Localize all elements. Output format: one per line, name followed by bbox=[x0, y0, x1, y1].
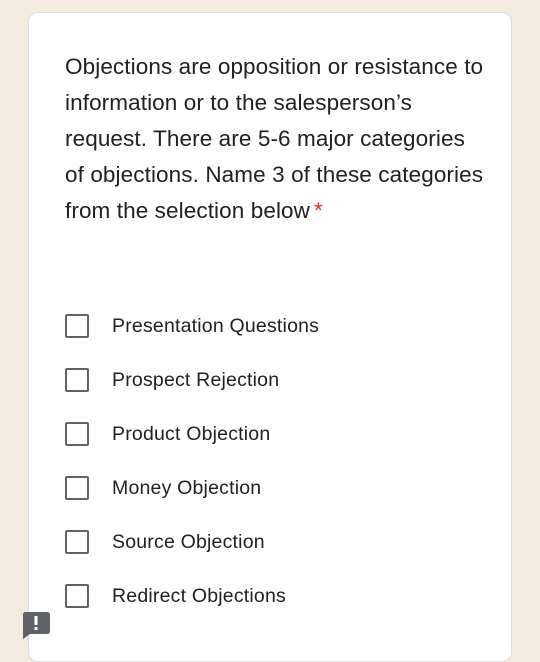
option-source-objection[interactable]: Source Objection bbox=[65, 515, 319, 569]
checkbox[interactable] bbox=[65, 584, 89, 608]
checkbox[interactable] bbox=[65, 368, 89, 392]
required-asterisk: * bbox=[314, 198, 323, 223]
checkbox-options-list: Presentation Questions Prospect Rejectio… bbox=[65, 299, 319, 623]
option-label: Redirect Objections bbox=[112, 584, 286, 607]
option-product-objection[interactable]: Product Objection bbox=[65, 407, 319, 461]
option-label: Prospect Rejection bbox=[112, 368, 280, 391]
question-text: Objections are opposition or resistance … bbox=[65, 54, 484, 223]
checkbox[interactable] bbox=[65, 422, 89, 446]
exclamation-feedback-icon bbox=[23, 612, 50, 639]
option-money-objection[interactable]: Money Objection bbox=[65, 461, 319, 515]
option-label: Source Objection bbox=[112, 530, 265, 553]
option-presentation-questions[interactable]: Presentation Questions bbox=[65, 299, 319, 353]
question-text-block: Objections are opposition or resistance … bbox=[65, 49, 485, 229]
option-redirect-objections[interactable]: Redirect Objections bbox=[65, 569, 319, 623]
checkbox[interactable] bbox=[65, 476, 89, 500]
checkbox[interactable] bbox=[65, 530, 89, 554]
question-card: Objections are opposition or resistance … bbox=[28, 12, 512, 662]
checkbox[interactable] bbox=[65, 314, 89, 338]
option-label: Money Objection bbox=[112, 476, 262, 499]
feedback-button[interactable] bbox=[21, 611, 51, 639]
option-prospect-rejection[interactable]: Prospect Rejection bbox=[65, 353, 319, 407]
option-label: Presentation Questions bbox=[112, 314, 320, 337]
option-label: Product Objection bbox=[112, 422, 271, 445]
